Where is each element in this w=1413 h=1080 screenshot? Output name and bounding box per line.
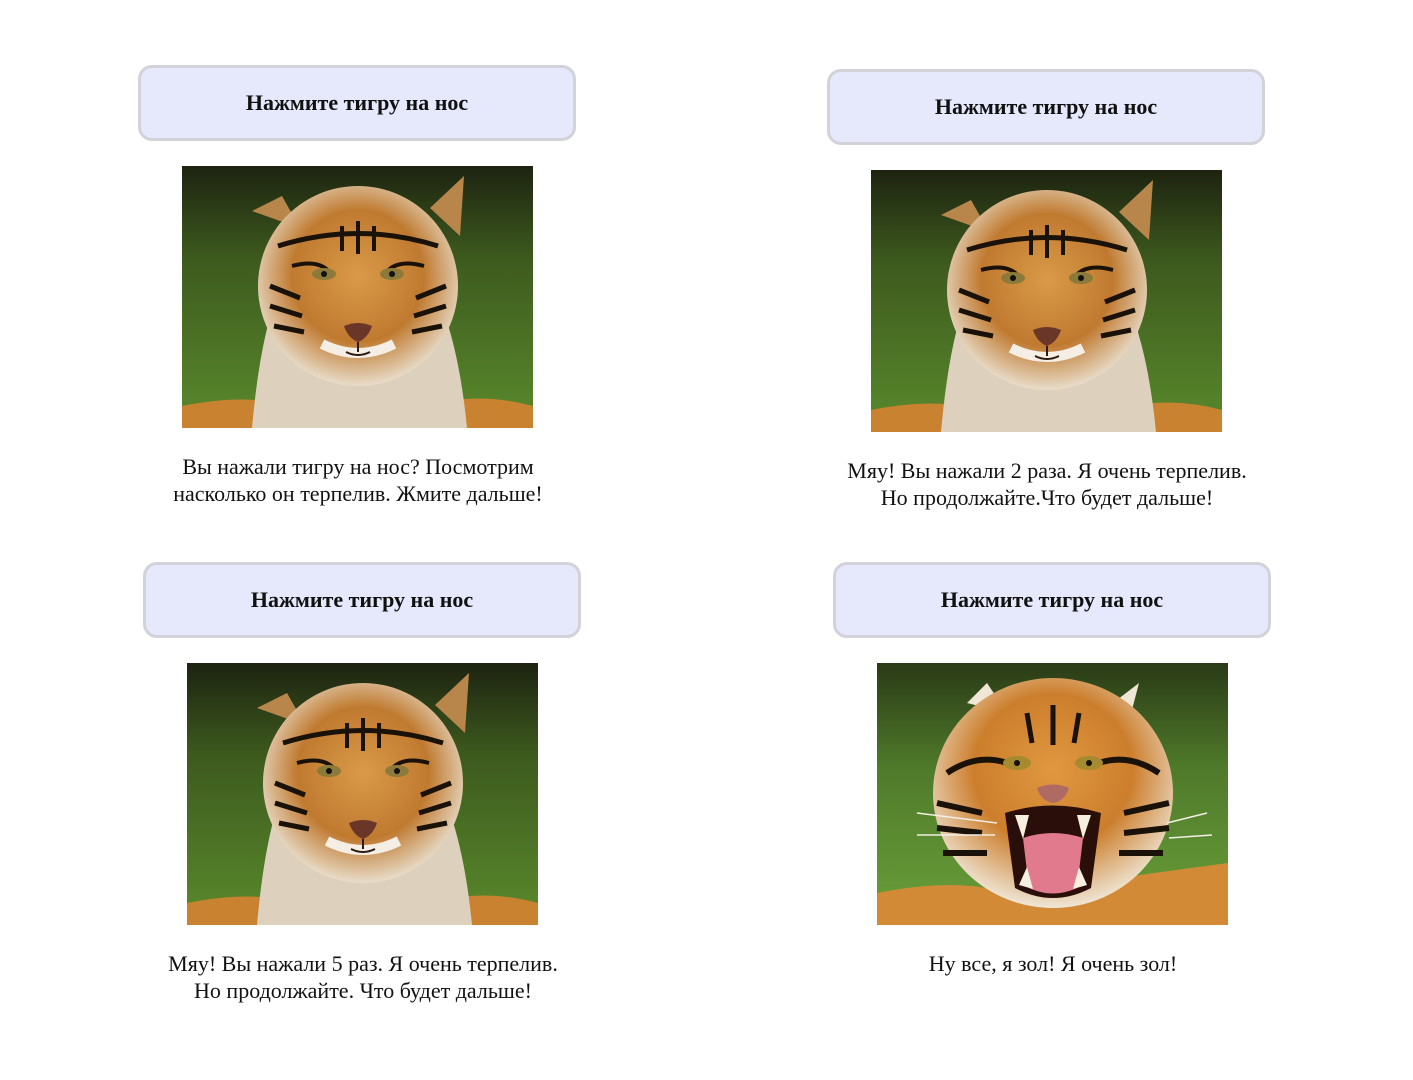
press-tiger-nose-button[interactable]: Нажмите тигру на нос — [827, 69, 1265, 145]
caption-line: насколько он терпелив. Жмите дальше! — [173, 481, 543, 506]
tiger-caption: Мяу! Вы нажали 5 раз. Я очень терпелив. … — [133, 950, 593, 1004]
tiger-caption: Мяу! Вы нажали 2 раза. Я очень терпелив.… — [817, 457, 1277, 511]
caption-line: Ну все, я зол! Я очень зол! — [928, 951, 1178, 976]
caption-line: Но продолжайте. Что будет дальше! — [194, 978, 532, 1003]
calm-tiger-image[interactable] — [187, 663, 538, 925]
caption-line: Мяу! Вы нажали 2 раза. Я очень терпелив. — [847, 458, 1247, 483]
caption-line: Мяу! Вы нажали 5 раз. Я очень терпелив. — [168, 951, 558, 976]
angry-roaring-tiger-image[interactable] — [877, 663, 1228, 925]
press-tiger-nose-button[interactable]: Нажмите тигру на нос — [138, 65, 576, 141]
press-tiger-nose-button[interactable]: Нажмите тигру на нос — [143, 562, 581, 638]
tiger-caption: Вы нажали тигру на нос? Посмотрим наскол… — [128, 453, 588, 507]
calm-tiger-image[interactable] — [182, 166, 533, 428]
caption-line: Но продолжайте.Что будет дальше! — [880, 485, 1214, 510]
press-tiger-nose-button[interactable]: Нажмите тигру на нос — [833, 562, 1271, 638]
calm-tiger-image[interactable] — [871, 170, 1222, 432]
tiger-caption: Ну все, я зол! Я очень зол! — [823, 950, 1283, 977]
caption-line: Вы нажали тигру на нос? Посмотрим — [182, 454, 534, 479]
